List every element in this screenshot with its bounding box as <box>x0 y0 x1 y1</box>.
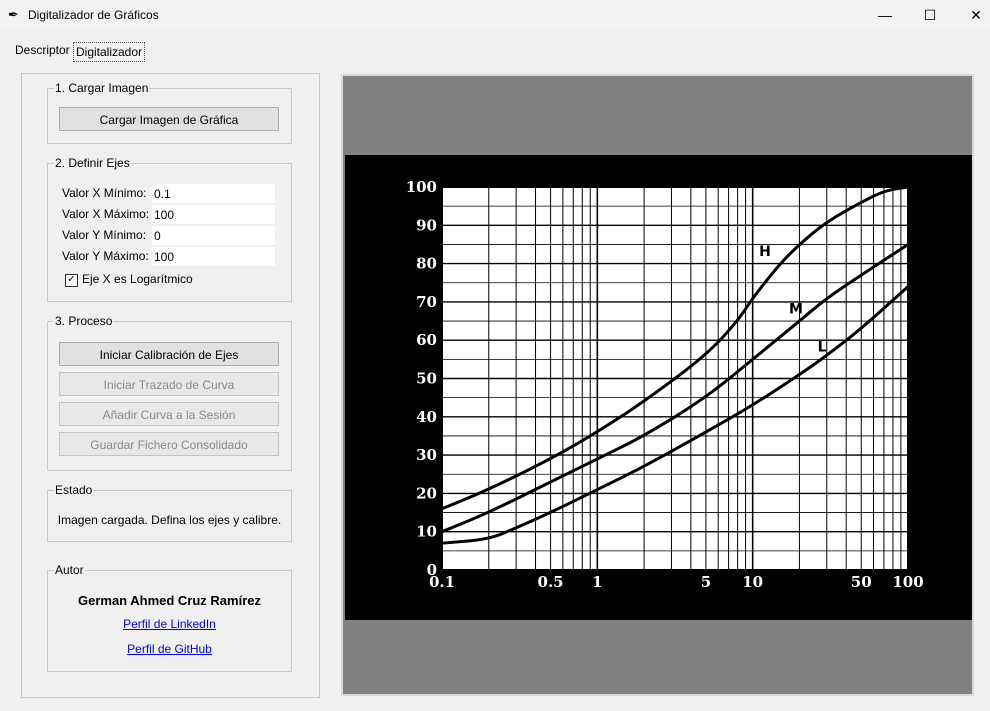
y-max-input[interactable] <box>152 247 275 266</box>
author-group: Autor German Ahmed Cruz Ramírez Perfil d… <box>47 563 292 672</box>
trace-curve-button[interactable]: Iniciar Trazado de Curva <box>59 372 279 396</box>
close-button[interactable]: ✕ <box>953 0 990 30</box>
tab-descriptor[interactable]: Descriptor <box>13 40 72 60</box>
curve-label-h: H <box>759 244 771 260</box>
x-tick-label: 5 <box>701 573 711 591</box>
x-tick-label: 100 <box>892 573 923 591</box>
maximize-button[interactable]: ☐ <box>907 0 953 30</box>
status-message: Imagen cargada. Defina los ejes y calibr… <box>57 513 282 527</box>
x-tick-label: 10 <box>742 573 763 591</box>
add-curve-button[interactable]: Añadir Curva a la Sesión <box>59 402 279 426</box>
status-group-title: Estado <box>54 483 94 497</box>
log-x-checkbox[interactable]: ✓ <box>65 274 78 287</box>
x-min-input[interactable] <box>152 184 275 203</box>
curve-label-l: L <box>818 340 827 356</box>
y-tick-label: 0 <box>427 561 437 579</box>
tab-digitalizador[interactable]: Digitalizador <box>73 42 146 62</box>
save-file-button[interactable]: Guardar Fichero Consolidado <box>59 432 279 456</box>
y-tick-label: 60 <box>416 331 437 349</box>
image-canvas[interactable]: 0.1 0.5 1 5 10 50 100 0 10 20 30 40 50 60 70 80 90 100 H M L <box>341 74 974 696</box>
load-image-group: 1. Cargar Imagen Cargar Imagen de Gráfic… <box>47 81 292 144</box>
y-tick-label: 90 <box>416 216 437 234</box>
chart-image: 0.1 0.5 1 5 10 50 100 0 10 20 30 40 50 60 70 80 90 100 H M L <box>345 155 972 620</box>
y-tick-label: 40 <box>416 408 437 426</box>
load-image-group-title: 1. Cargar Imagen <box>54 81 150 95</box>
title-bar: ✒ Digitalizador de Gráficos — ☐ ✕ <box>0 0 990 30</box>
author-group-title: Autor <box>54 563 85 577</box>
x-tick-label: 0.5 <box>538 573 564 591</box>
y-tick-label: 100 <box>406 178 437 196</box>
y-tick-label: 20 <box>416 484 437 502</box>
calibrate-axes-button[interactable]: Iniciar Calibración de Ejes <box>59 342 279 366</box>
chart-svg: 0.1 0.5 1 5 10 50 1000102030405060708090100HML <box>406 178 924 591</box>
author-name: German Ahmed Cruz Ramírez <box>77 593 261 608</box>
x-tick-label: 50 <box>851 573 872 591</box>
feather-icon: ✒ <box>8 7 19 22</box>
process-group-title: 3. Proceso <box>54 314 114 328</box>
x-tick-label: 1 <box>592 573 602 591</box>
x-min-label: Valor X Mínimo: <box>62 186 147 200</box>
process-group: 3. Proceso Iniciar Calibración de Ejes I… <box>47 314 292 471</box>
define-axes-group: 2. Definir Ejes Valor X Mínimo: Valor X … <box>47 156 292 302</box>
y-tick-label: 80 <box>416 255 437 273</box>
minimize-button[interactable]: — <box>862 0 908 30</box>
window-title: Digitalizador de Gráficos <box>28 8 159 22</box>
y-tick-label: 50 <box>416 370 437 388</box>
y-tick-label: 70 <box>416 293 437 311</box>
curve-label-m: M <box>789 301 803 317</box>
load-image-button[interactable]: Cargar Imagen de Gráfica <box>59 107 279 131</box>
y-max-label: Valor Y Máximo: <box>62 249 149 263</box>
x-max-input[interactable] <box>152 205 275 224</box>
x-max-label: Valor X Máximo: <box>62 207 150 221</box>
define-axes-group-title: 2. Definir Ejes <box>54 156 131 170</box>
status-group: Estado Imagen cargada. Defina los ejes y… <box>47 483 292 542</box>
y-min-label: Valor Y Mínimo: <box>62 228 147 242</box>
y-tick-label: 10 <box>416 523 437 541</box>
log-x-checkbox-label: Eje X es Logarítmico <box>82 272 193 286</box>
y-tick-label: 30 <box>416 446 437 464</box>
y-min-input[interactable] <box>152 226 275 245</box>
linkedin-link[interactable]: Perfil de LinkedIn <box>48 617 291 631</box>
github-link[interactable]: Perfil de GitHub <box>48 642 291 656</box>
